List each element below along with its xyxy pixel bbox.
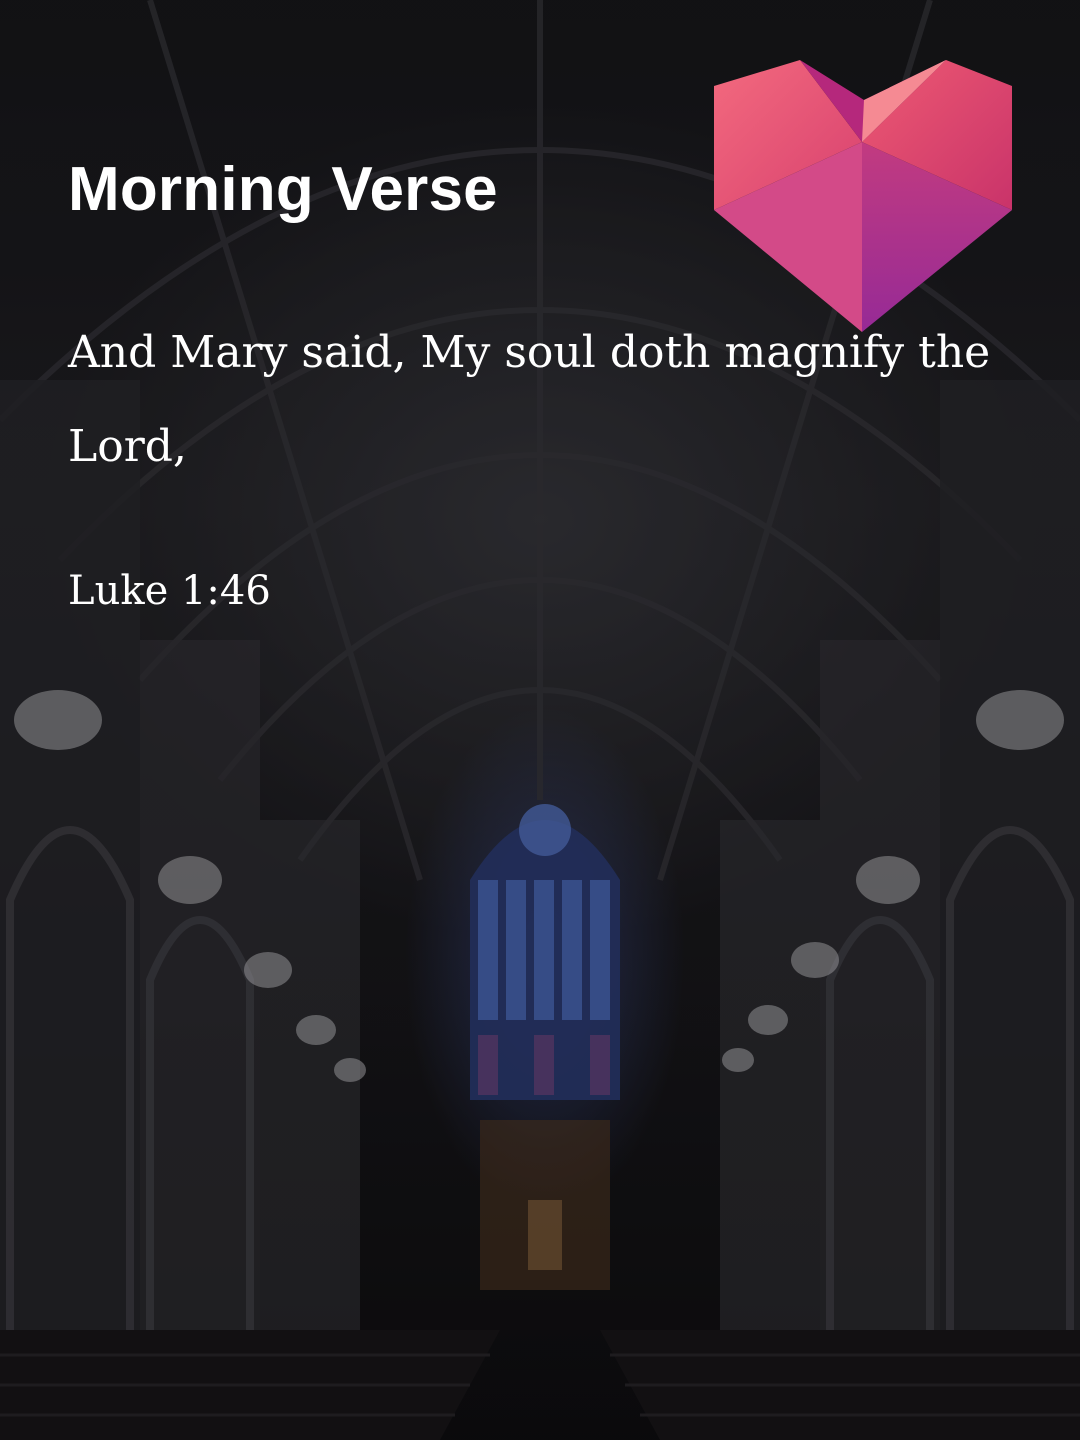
heart-icon[interactable]	[714, 60, 1014, 332]
page-title: Morning Verse	[68, 155, 498, 224]
verse-reference: Luke 1:46	[68, 568, 271, 614]
morning-verse-screen: Morning Verse And Mary said, My soul dot…	[0, 0, 1080, 1440]
verse-text: And Mary said, My soul doth magnify the …	[68, 327, 991, 472]
